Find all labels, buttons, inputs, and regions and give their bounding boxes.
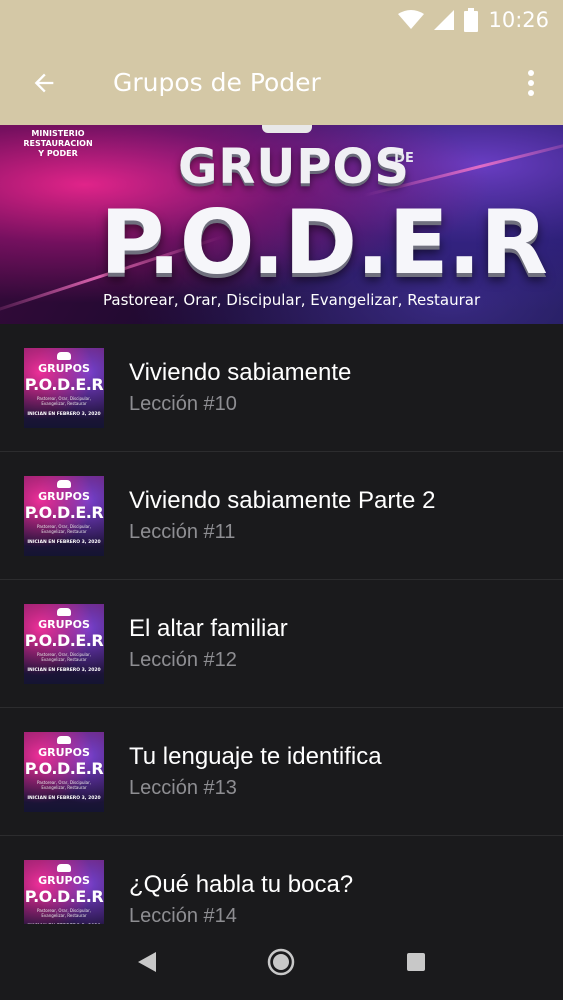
thumbnail-logo-icon <box>57 352 71 360</box>
lesson-text: Viviendo sabiamente Lección #10 <box>129 358 351 418</box>
lesson-number: Lección #12 <box>129 649 237 671</box>
nav-back-button[interactable] <box>117 932 177 992</box>
thumbnail-grupos: GRUPOS <box>38 490 90 503</box>
nav-recents-icon <box>406 953 425 971</box>
status-time: 10:26 <box>488 8 549 32</box>
banner-tagline: Pastorear, Orar, Discipular, Evangelizar… <box>103 291 481 309</box>
lesson-number: Lección #10 <box>129 393 237 415</box>
thumbnail-date: INICIAN EN FEBRERO 3, 2020 <box>27 412 101 417</box>
thumbnail-poder: P.O.D.E.R <box>24 375 104 394</box>
status-bar: 10:26 <box>0 0 563 40</box>
lesson-list-item[interactable]: GRUPOS P.O.D.E.R Pastorear, Orar, Discip… <box>0 324 563 452</box>
thumbnail-date: INICIAN EN FEBRERO 3, 2020 <box>27 796 101 801</box>
thumbnail-poder: P.O.D.E.R <box>24 887 104 906</box>
thumbnail-date: INICIAN EN FEBRERO 3, 2020 <box>27 540 101 545</box>
banner-de-text: DE <box>394 151 414 166</box>
system-nav-bar <box>0 924 563 1000</box>
lesson-thumbnail: GRUPOS P.O.D.E.R Pastorear, Orar, Discip… <box>24 348 104 428</box>
ministry-line: Y PODER <box>38 149 78 158</box>
header-banner: MINISTERIO RESTAURACION Y PODER GRUPOS D… <box>0 125 563 324</box>
banner-heading-main: P.O.D.E.R <box>100 191 548 294</box>
thumbnail-date: INICIAN EN FEBRERO 3, 2020 <box>27 668 101 673</box>
lesson-list-item[interactable]: GRUPOS P.O.D.E.R Pastorear, Orar, Discip… <box>0 452 563 580</box>
arrow-back-icon <box>34 73 54 92</box>
ministry-logo: MINISTERIO RESTAURACION Y PODER <box>22 129 94 159</box>
thumbnail-grupos: GRUPOS <box>38 746 90 759</box>
thumbnail-tagline: Pastorear, Orar, Discipular, Evangelizar… <box>36 908 91 918</box>
lesson-text: El altar familiar Lección #12 <box>129 614 288 674</box>
ministry-line: RESTAURACION <box>23 139 93 148</box>
lesson-title: Viviendo sabiamente <box>129 359 352 386</box>
thumbnail-logo-icon <box>57 736 71 744</box>
back-button[interactable] <box>0 40 88 125</box>
thumbnail-poder: P.O.D.E.R <box>24 503 104 522</box>
lesson-number: Lección #11 <box>129 521 236 543</box>
lesson-list: GRUPOS P.O.D.E.R Pastorear, Orar, Discip… <box>0 324 563 964</box>
lesson-number: Lección #13 <box>129 777 237 799</box>
lesson-text: Tu lenguaje te identifica Lección #13 <box>129 742 382 802</box>
thumbnail-logo-icon <box>57 608 71 616</box>
nav-home-button[interactable] <box>251 932 311 992</box>
banner-logo-mark <box>262 125 312 133</box>
nav-back-icon <box>138 952 157 972</box>
lesson-thumbnail: GRUPOS P.O.D.E.R Pastorear, Orar, Discip… <box>24 732 104 812</box>
lesson-list-item[interactable]: GRUPOS P.O.D.E.R Pastorear, Orar, Discip… <box>0 580 563 708</box>
signal-icon <box>434 10 455 30</box>
wifi-icon <box>398 10 425 30</box>
overflow-menu-button[interactable] <box>499 40 563 125</box>
more-vert-icon <box>528 69 534 96</box>
lesson-thumbnail: GRUPOS P.O.D.E.R Pastorear, Orar, Discip… <box>24 604 104 684</box>
ministry-line: MINISTERIO <box>31 129 85 138</box>
thumbnail-grupos: GRUPOS <box>38 618 90 631</box>
nav-recents-button[interactable] <box>386 932 446 992</box>
thumbnail-tagline: Pastorear, Orar, Discipular, Evangelizar… <box>36 652 91 662</box>
banner-heading-top: GRUPOS <box>178 139 410 195</box>
lesson-title: Tu lenguaje te identifica <box>129 743 382 770</box>
thumbnail-grupos: GRUPOS <box>38 874 90 887</box>
thumbnail-tagline: Pastorear, Orar, Discipular, Evangelizar… <box>36 524 91 534</box>
lesson-title: El altar familiar <box>129 615 288 642</box>
lesson-title: ¿Qué habla tu boca? <box>129 871 354 898</box>
lesson-text: ¿Qué habla tu boca? Lección #14 <box>129 870 353 930</box>
thumbnail-logo-icon <box>57 480 71 488</box>
battery-icon <box>464 8 479 32</box>
thumbnail-tagline: Pastorear, Orar, Discipular, Evangelizar… <box>36 780 91 790</box>
thumbnail-tagline: Pastorear, Orar, Discipular, Evangelizar… <box>36 396 91 406</box>
nav-home-icon <box>268 948 295 976</box>
thumbnail-poder: P.O.D.E.R <box>24 759 104 778</box>
banner-heading-de: DE <box>394 151 414 166</box>
app-bar: Grupos de Poder <box>0 40 563 125</box>
thumbnail-logo-icon <box>57 864 71 872</box>
lesson-title: Viviendo sabiamente Parte 2 <box>129 487 436 514</box>
lesson-thumbnail: GRUPOS P.O.D.E.R Pastorear, Orar, Discip… <box>24 476 104 556</box>
page-title: Grupos de Poder <box>113 68 321 97</box>
lesson-text: Viviendo sabiamente Parte 2 Lección #11 <box>129 486 435 546</box>
thumbnail-poder: P.O.D.E.R <box>24 631 104 650</box>
thumbnail-grupos: GRUPOS <box>38 362 90 375</box>
lesson-list-item[interactable]: GRUPOS P.O.D.E.R Pastorear, Orar, Discip… <box>0 708 563 836</box>
